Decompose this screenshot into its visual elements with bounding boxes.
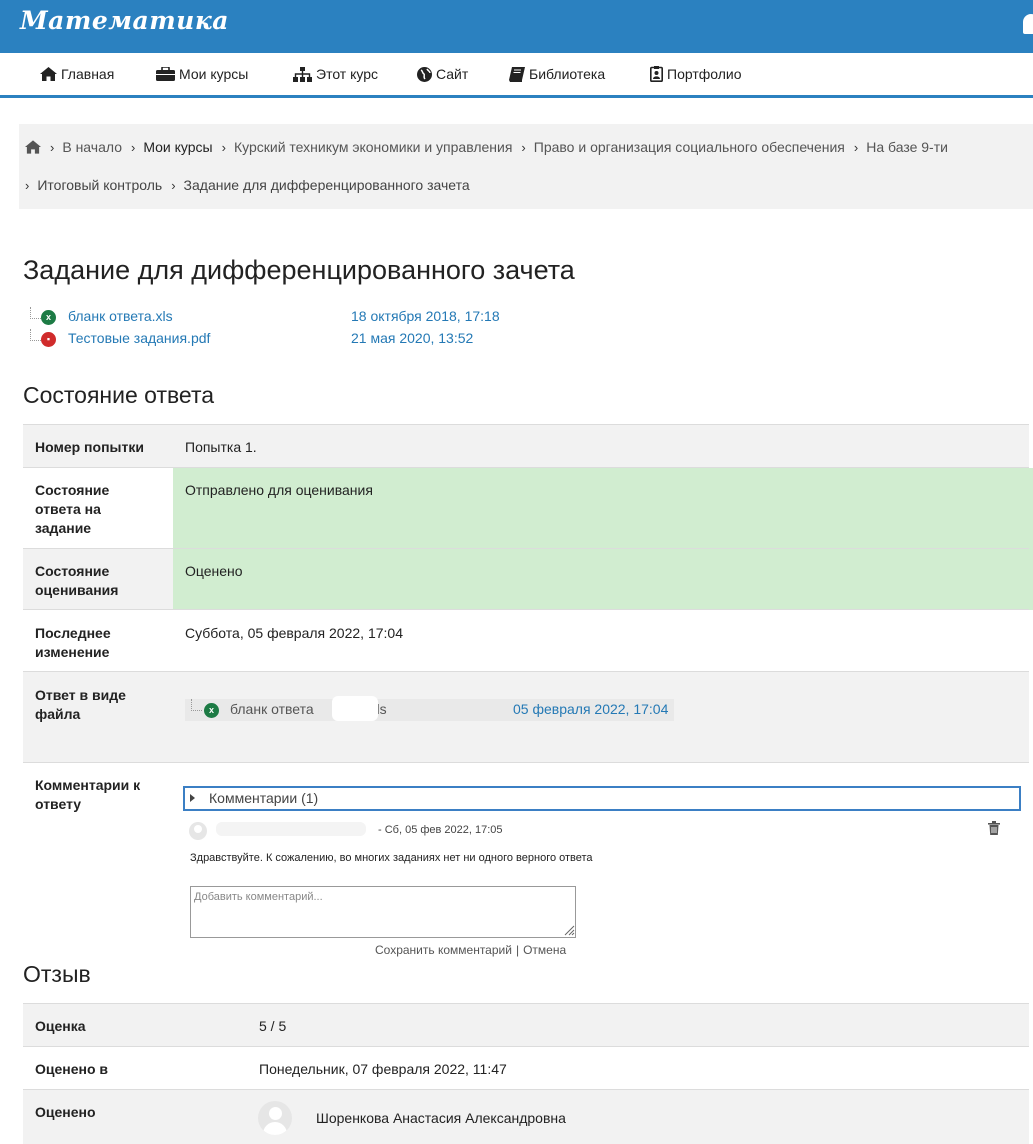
comments-label: Комментарии к ответу: [35, 777, 141, 812]
nav-item-library[interactable]: Библиотека: [509, 66, 605, 82]
site-title[interactable]: Математика: [20, 6, 229, 35]
nav-label: Мои курсы: [179, 66, 249, 82]
attempt-value: Попытка 1.: [185, 439, 257, 455]
excel-file-icon: x: [41, 310, 56, 325]
chevron-right-icon: ›: [50, 139, 55, 155]
submission-status-row: Состояние ответа на задание Отправлено д…: [23, 467, 1033, 549]
submission-status-heading: Состояние ответа: [23, 382, 215, 408]
avatar-head: [269, 1107, 282, 1120]
nav-label: Портфолио: [667, 66, 742, 82]
avatar-body: [263, 1122, 287, 1135]
globe-icon: [417, 66, 432, 82]
nav-label: Этот курс: [316, 66, 379, 82]
nav-item-site[interactable]: Сайт: [417, 66, 468, 82]
file-date: 21 мая 2020, 13:52: [351, 330, 474, 346]
trash-icon[interactable]: [988, 821, 1000, 835]
grade-value: 5 / 5: [259, 1018, 287, 1034]
last-modified-label: Последнее изменение: [35, 625, 111, 660]
home-icon: [40, 67, 57, 81]
book-icon: [509, 66, 525, 82]
save-comment-link[interactable]: Сохранить комментарий: [375, 943, 512, 957]
breadcrumb-item[interactable]: На базе 9-ти: [866, 139, 948, 155]
graded-on-value: Понедельник, 07 февраля 2022, 11:47: [259, 1061, 507, 1077]
grading-status-value: Оценено: [185, 563, 243, 579]
file-submission-row: Ответ в виде файла x бланк ответа.xls 05…: [23, 671, 1029, 763]
nav-label: Сайт: [436, 66, 469, 82]
nav-item-home[interactable]: Главная: [40, 66, 114, 82]
avatar: [189, 822, 207, 840]
nav-item-this-course[interactable]: Этот курс: [293, 66, 378, 82]
breadcrumb-row: › В начало › Мои курсы › Курский технику…: [25, 139, 948, 155]
feedback-heading: Отзыв: [23, 961, 91, 987]
file-link[interactable]: бланк ответа.xls: [68, 308, 173, 324]
submitted-file-name-prefix: бланк ответа: [230, 701, 314, 717]
nav-item-portfolio[interactable]: Портфолио: [650, 66, 742, 82]
submitted-file: x бланк ответа.xls 05 февраля 2022, 17:0…: [185, 696, 674, 721]
graded-on-label: Оценено в: [35, 1061, 109, 1077]
redaction-blur: [216, 822, 366, 836]
tree-line: [191, 699, 202, 711]
nav-label: Главная: [61, 66, 115, 82]
redaction-blur: [332, 696, 378, 721]
top-header: Математика: [0, 0, 1033, 53]
nav-label: Библиотека: [529, 66, 606, 82]
chevron-right-icon: ›: [221, 139, 226, 155]
chevron-right-icon: ›: [130, 139, 136, 155]
graded-by-row: Оценено Шоренкова Анастасия Александровн…: [23, 1089, 1029, 1144]
breadcrumb-item[interactable]: Право и организация социального обеспече…: [534, 139, 845, 155]
file-link[interactable]: Тестовые задания.pdf: [68, 330, 210, 346]
caret-right-icon: [190, 794, 195, 802]
file-date: 18 октября 2018, 17:18: [351, 308, 500, 324]
submitted-file-date[interactable]: 05 февраля 2022, 17:04: [513, 701, 668, 717]
user-menu-icon[interactable]: [1023, 14, 1033, 34]
cancel-comment-link[interactable]: Отмена: [523, 943, 566, 957]
resize-grip-icon[interactable]: [563, 924, 575, 936]
comment-input[interactable]: [190, 886, 576, 938]
chevron-right-icon: ›: [171, 177, 176, 193]
chevron-right-icon: ›: [25, 177, 30, 193]
comment-text: Здравствуйте. К сожалению, во многих зад…: [190, 852, 593, 864]
grade-row: Оценка 5 / 5: [23, 1003, 1029, 1047]
attempt-row: Номер попытки Попытка 1.: [23, 424, 1029, 468]
tree-line: [30, 307, 41, 319]
breadcrumb: › В начало › Мои курсы › Курский технику…: [19, 124, 1033, 209]
pdf-file-icon: ▪: [41, 332, 56, 347]
submission-status-value: Отправлено для оценивания: [185, 482, 373, 498]
main-nav: Главная Мои курсы Этот курс Сайт Библиот…: [0, 53, 1033, 98]
divider: |: [515, 943, 520, 957]
file-submission-label: Ответ в виде файла: [35, 687, 126, 722]
submission-status-label: Состояние ответа на задание: [35, 482, 110, 536]
grader-name[interactable]: Шоренкова Анастасия Александровна: [316, 1109, 566, 1128]
nav-item-my-courses[interactable]: Мои курсы: [156, 66, 248, 82]
chevron-right-icon: ›: [521, 139, 526, 155]
breadcrumb-item[interactable]: Итоговый контроль: [37, 177, 162, 193]
breadcrumb-item[interactable]: Мои курсы: [143, 139, 212, 155]
avatar[interactable]: [258, 1101, 292, 1135]
page-title: Задание для дифференцированного зачета: [23, 255, 575, 285]
breadcrumb-item[interactable]: В начало: [62, 139, 122, 155]
home-icon[interactable]: [25, 140, 41, 154]
graded-by-label: Оценено: [35, 1104, 96, 1120]
graded-on-row: Оценено в Понедельник, 07 февраля 2022, …: [23, 1046, 1029, 1090]
excel-file-icon: x: [204, 703, 219, 718]
comment-actions: Сохранить комментарий | Отмена: [375, 943, 566, 957]
last-modified-value: Суббота, 05 февраля 2022, 17:04: [185, 625, 403, 641]
breadcrumb-current: Задание для дифференцированного зачета: [183, 177, 470, 193]
portfolio-icon: [650, 66, 663, 82]
briefcase-icon: [156, 67, 175, 81]
comments-toggle[interactable]: Комментарии (1): [183, 786, 1021, 811]
comment-meta: - Сб, 05 фев 2022, 17:05: [378, 824, 503, 836]
grade-label: Оценка: [35, 1018, 86, 1034]
tree-line: [30, 329, 41, 341]
comments-toggle-label: Комментарии (1): [209, 790, 319, 806]
sitemap-icon: [293, 66, 312, 82]
breadcrumb-item[interactable]: Курский техникум экономики и управления: [234, 139, 512, 155]
grading-status-label: Состояние оценивания: [35, 563, 119, 598]
attempt-label: Номер попытки: [35, 439, 144, 455]
status-success-bg: [173, 549, 1033, 610]
last-modified-row: Последнее изменение Суббота, 05 февраля …: [23, 609, 1029, 672]
breadcrumb-row: › Итоговый контроль › Задание для диффер…: [25, 177, 470, 193]
grading-status-row: Состояние оценивания Оценено: [23, 548, 1033, 610]
chevron-right-icon: ›: [853, 139, 859, 155]
